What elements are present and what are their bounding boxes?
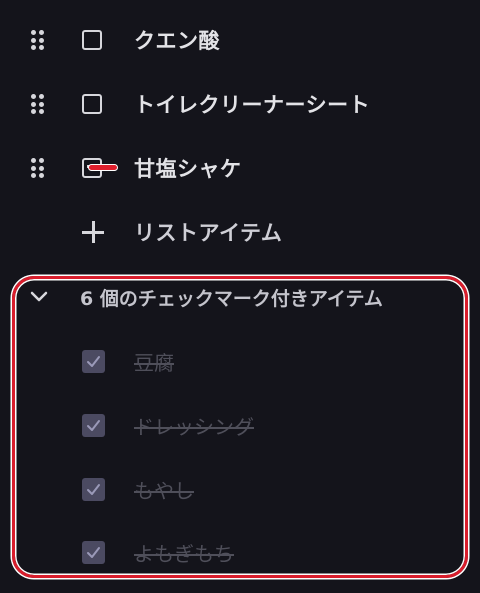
item-label[interactable]: トイレクリーナーシート [134, 89, 370, 119]
list-item[interactable]: トイレクリーナーシート [0, 84, 480, 124]
checklist-panel: クエン酸 トイレクリーナーシート 甘塩シャケ リストアイテム 6 個のチェックマ… [0, 0, 480, 593]
list-item[interactable]: 甘塩シャケ [0, 148, 480, 188]
item-checkbox[interactable] [82, 30, 102, 50]
highlight-annotation-frame [12, 276, 468, 578]
plus-icon[interactable] [82, 221, 104, 243]
item-checkbox[interactable] [82, 94, 102, 114]
item-label[interactable]: クエン酸 [134, 25, 220, 55]
add-item-label[interactable]: リストアイテム [134, 217, 282, 247]
add-list-item-button[interactable]: リストアイテム [0, 212, 480, 252]
cursor-pointer-icon [88, 164, 118, 171]
drag-handle-icon[interactable] [31, 30, 45, 50]
list-item[interactable]: クエン酸 [0, 20, 480, 60]
drag-handle-icon[interactable] [31, 94, 45, 114]
item-label[interactable]: 甘塩シャケ [134, 153, 242, 183]
drag-handle-icon[interactable] [31, 158, 45, 178]
